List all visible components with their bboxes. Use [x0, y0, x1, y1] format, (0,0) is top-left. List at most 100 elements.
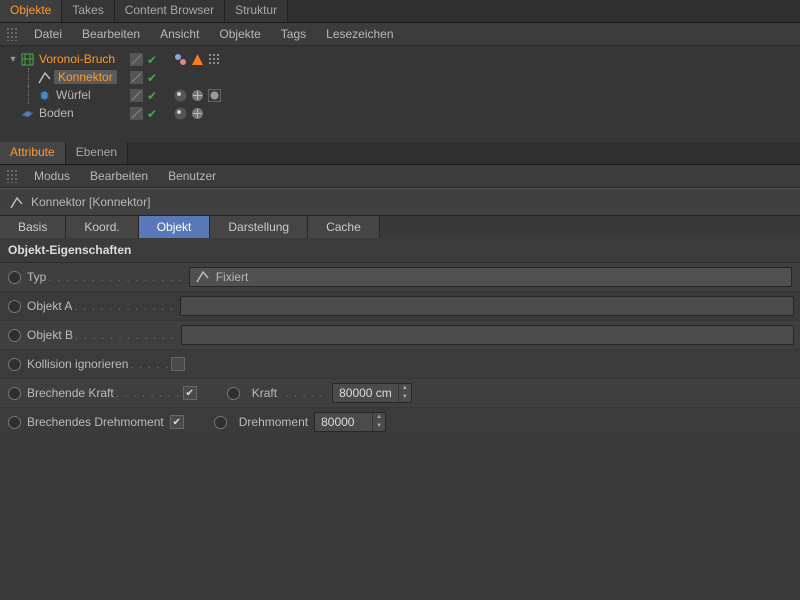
objekt-a-field[interactable]: [180, 296, 794, 316]
tree-item-label: Voronoi-Bruch: [37, 52, 115, 66]
tree-row-boden[interactable]: Boden ✔: [0, 104, 800, 122]
typ-dropdown[interactable]: Fixiert: [189, 267, 792, 287]
kraft-field[interactable]: 80000 cm ▲▼: [332, 383, 412, 403]
tree-item-label: Boden: [37, 106, 74, 120]
radio-icon[interactable]: [8, 358, 21, 371]
menu-ansicht[interactable]: Ansicht: [152, 25, 207, 43]
prop-label-typ: Typ: [27, 270, 46, 284]
subtab-darstellung[interactable]: Darstellung: [210, 216, 308, 238]
brechendes-drehmoment-checkbox[interactable]: ✔: [170, 415, 184, 429]
object-manager-menubar: Datei Bearbeiten Ansicht Objekte Tags Le…: [0, 23, 800, 46]
menu-lesezeichen[interactable]: Lesezeichen: [318, 25, 401, 43]
menu-modus[interactable]: Modus: [26, 167, 78, 185]
visibility-tag-icon[interactable]: ✔: [147, 53, 160, 66]
phong-tag-icon[interactable]: [174, 107, 187, 120]
menu-bearbeiten[interactable]: Bearbeiten: [74, 25, 148, 43]
phong-tag-icon[interactable]: [174, 89, 187, 102]
brechende-kraft-checkbox[interactable]: ✔: [183, 386, 197, 400]
layer-tag-icon[interactable]: [130, 107, 143, 120]
typ-value: Fixiert: [216, 270, 249, 284]
dynamics-tag-icon[interactable]: [191, 107, 204, 120]
tab-ebenen[interactable]: Ebenen: [66, 142, 128, 164]
visibility-tag-icon[interactable]: ✔: [147, 71, 160, 84]
material-tag-icon[interactable]: [208, 89, 221, 102]
prop-label-drehmoment: Drehmoment: [239, 415, 308, 429]
prop-kollision-ignorieren: Kollision ignorieren . . . . .: [0, 350, 800, 379]
menu-bearbeiten-attr[interactable]: Bearbeiten: [82, 167, 156, 185]
visibility-tag-icon[interactable]: ✔: [147, 89, 160, 102]
kraft-value: 80000 cm: [333, 386, 398, 400]
radio-icon[interactable]: [214, 416, 227, 429]
attribute-header-title: Konnektor [Konnektor]: [31, 195, 150, 209]
connector-icon: [196, 270, 210, 284]
subtab-objekt[interactable]: Objekt: [139, 216, 211, 238]
connector-icon: [38, 71, 51, 84]
menu-benutzer[interactable]: Benutzer: [160, 167, 224, 185]
drehmoment-field[interactable]: 80000 ▲▼: [314, 412, 386, 432]
dots: . . . . .: [130, 357, 169, 371]
spinner-icon[interactable]: ▲▼: [398, 384, 411, 402]
object-manager-tabbar: Objekte Takes Content Browser Struktur: [0, 0, 800, 23]
grid-tag-icon[interactable]: [208, 53, 221, 66]
tree-row-konnektor[interactable]: Konnektor ✔: [0, 68, 800, 86]
layer-tag-icon[interactable]: [130, 89, 143, 102]
tab-attribute[interactable]: Attribute: [0, 142, 66, 164]
layer-tag-icon[interactable]: [130, 53, 143, 66]
prop-brechende-kraft: Brechende Kraft . . . . . . . . ✔ Kraft …: [0, 379, 800, 408]
drehmoment-value: 80000: [315, 415, 372, 429]
warning-tag-icon[interactable]: [191, 53, 204, 66]
menu-objekte[interactable]: Objekte: [211, 25, 268, 43]
radio-icon[interactable]: [8, 416, 21, 429]
radio-icon[interactable]: [8, 329, 21, 342]
attribute-manager-menubar: Modus Bearbeiten Benutzer: [0, 165, 800, 188]
attribute-subtabs: Basis Koord. Objekt Darstellung Cache: [0, 216, 800, 238]
subtab-koord[interactable]: Koord.: [66, 216, 138, 238]
tab-takes[interactable]: Takes: [62, 0, 114, 22]
menu-tags[interactable]: Tags: [273, 25, 314, 43]
objekt-b-field[interactable]: [181, 325, 794, 345]
tree-row-voronoi[interactable]: ▾ Voronoi-Bruch ✔: [0, 50, 800, 68]
prop-objekt-a: Objekt A . . . . . . . . . . . .: [0, 292, 800, 321]
prop-brechendes-drehmoment: Brechendes Drehmoment ✔ Drehmoment 80000…: [0, 408, 800, 437]
dots: . . . . . . . . . . . .: [74, 299, 174, 313]
radio-icon[interactable]: [227, 387, 240, 400]
kollision-checkbox[interactable]: [171, 357, 185, 371]
radio-icon[interactable]: [8, 271, 21, 284]
tree-row-wuerfel[interactable]: Würfel ✔: [0, 86, 800, 104]
prop-label-brechende-kraft: Brechende Kraft: [27, 386, 114, 400]
subtab-cache[interactable]: Cache: [308, 216, 380, 238]
spinner-icon[interactable]: ▲▼: [372, 413, 385, 431]
tree-item-label: Konnektor: [54, 70, 117, 84]
tab-content-browser[interactable]: Content Browser: [115, 0, 225, 22]
prop-objekt-b: Objekt B . . . . . . . . . . . .: [0, 321, 800, 350]
connector-icon: [10, 196, 23, 209]
layer-tag-icon[interactable]: [130, 71, 143, 84]
tab-struktur[interactable]: Struktur: [225, 0, 288, 22]
dots: . . . . . . . . . . . .: [75, 328, 175, 342]
tab-objekte[interactable]: Objekte: [0, 0, 62, 22]
section-title: Objekt-Eigenschaften: [0, 238, 800, 263]
prop-label-brechendes-drehmoment: Brechendes Drehmoment: [27, 415, 164, 429]
dynamics-tag-icon[interactable]: [191, 89, 204, 102]
expander-icon[interactable]: ▾: [8, 54, 18, 65]
radio-icon[interactable]: [8, 387, 21, 400]
prop-label-objekt-a: Objekt A: [27, 299, 72, 313]
voronoi-icon: [21, 53, 34, 66]
prop-label-kollision: Kollision ignorieren: [27, 357, 128, 371]
grip-icon[interactable]: [6, 169, 18, 183]
prop-label-kraft: Kraft: [252, 386, 277, 400]
attribute-header: Konnektor [Konnektor]: [0, 188, 800, 216]
floor-icon: [21, 107, 34, 120]
dynamics-tag-icon[interactable]: [174, 53, 187, 66]
prop-typ: Typ . . . . . . . . . . . . . . . . Fixi…: [0, 263, 800, 292]
subtab-basis[interactable]: Basis: [0, 216, 66, 238]
dots: . . . . . . . . . . . . . . . .: [48, 270, 182, 284]
dots: . . . . .: [285, 386, 324, 400]
radio-icon[interactable]: [8, 300, 21, 313]
menu-datei[interactable]: Datei: [26, 25, 70, 43]
cube-icon: [38, 89, 51, 102]
grip-icon[interactable]: [6, 27, 18, 41]
dots: . . . . . . . .: [116, 386, 181, 400]
visibility-tag-icon[interactable]: ✔: [147, 107, 160, 120]
prop-label-objekt-b: Objekt B: [27, 328, 73, 342]
